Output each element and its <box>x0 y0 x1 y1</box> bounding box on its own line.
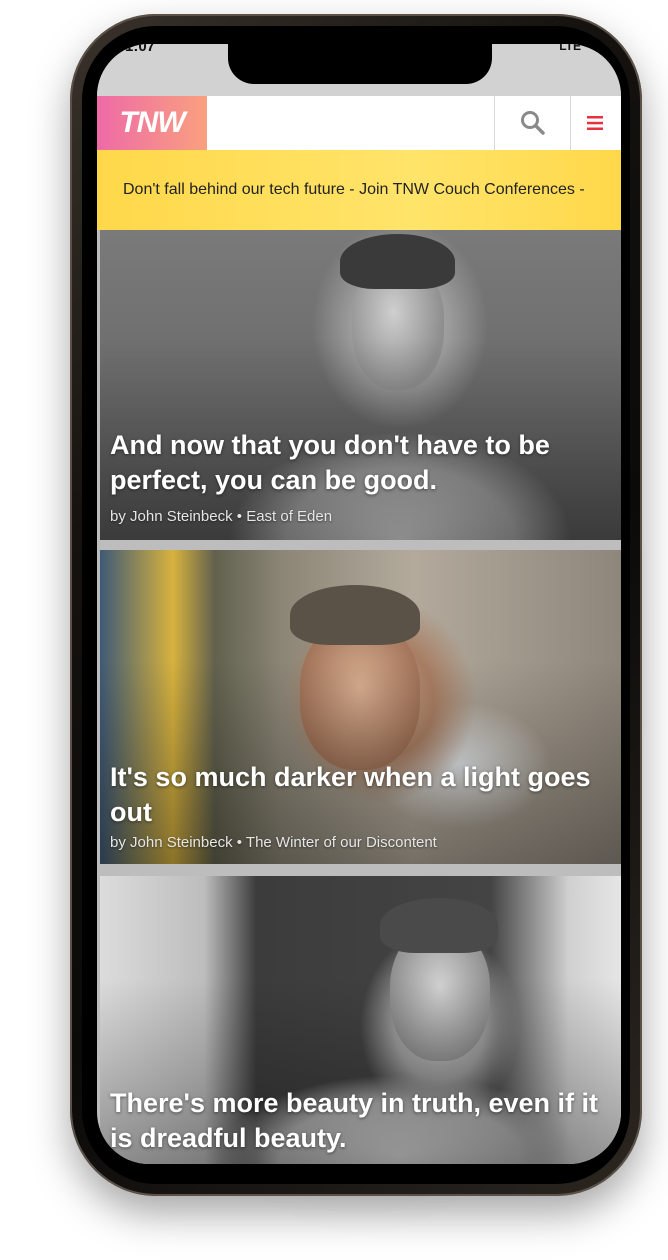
phone-screen: 1:07 LTE TNW Don't fall behind our tech … <box>97 44 621 1164</box>
quote-text: It's so much darker when a light goes ou… <box>110 762 591 827</box>
search-icon <box>520 111 545 135</box>
menu-button[interactable] <box>569 96 621 150</box>
banner-text: Don't fall behind our tech future - Join… <box>123 181 585 198</box>
quote-card[interactable]: And now that you don't have to be perfec… <box>100 230 621 540</box>
quote-text: And now that you don't have to be perfec… <box>110 430 550 495</box>
search-button[interactable] <box>494 96 571 150</box>
quote-author: by John Steinbeck <box>110 508 233 525</box>
site-header: TNW <box>97 96 621 151</box>
hamburger-menu-icon <box>587 116 603 130</box>
status-signal: LTE <box>559 44 581 53</box>
tnw-logo[interactable]: TNW <box>97 96 207 150</box>
status-time: 1:07 <box>125 44 156 55</box>
phone-notch <box>228 44 492 84</box>
quote-meta: by John Steinbeck • East of Eden <box>110 508 332 525</box>
portrait-hair <box>290 585 420 645</box>
quote-author: by John Steinbeck <box>110 834 233 851</box>
logo-text: TNW <box>119 106 185 139</box>
quote-separator: • <box>236 508 243 525</box>
quote-source: East of Eden <box>246 508 333 525</box>
quote-source: The Winter of our Discontent <box>245 834 437 851</box>
quote-card[interactable]: It's so much darker when a light goes ou… <box>100 550 621 864</box>
promo-banner[interactable]: Don't fall behind our tech future - Join… <box>97 150 621 230</box>
portrait-hair <box>340 234 455 289</box>
quote-text: There's more beauty in truth, even if it… <box>110 1088 599 1153</box>
quote-card[interactable]: There's more beauty in truth, even if it… <box>100 876 621 1164</box>
quote-meta: by John Steinbeck • The Winter of our Di… <box>110 834 437 851</box>
portrait-hair <box>380 898 498 953</box>
quote-separator: • <box>236 834 243 851</box>
